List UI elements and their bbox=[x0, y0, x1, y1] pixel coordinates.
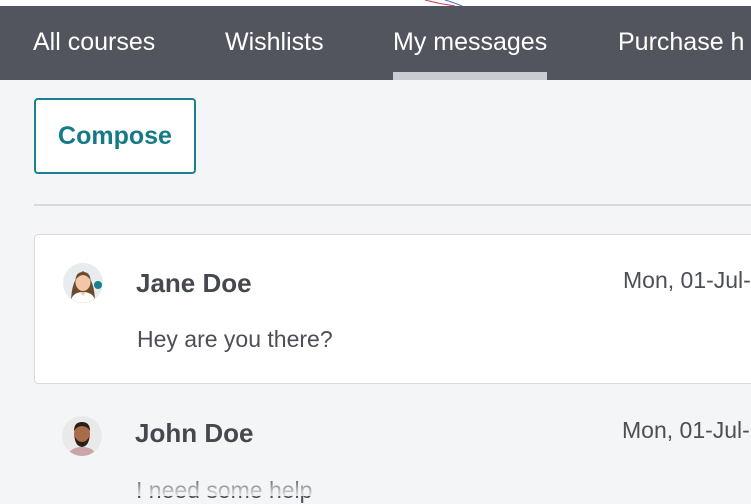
message-preview: Hey are you there? bbox=[137, 326, 333, 352]
message-preview: I need some help bbox=[136, 477, 313, 503]
message-date: Mon, 01-Jul- bbox=[623, 267, 751, 293]
tab-all-courses[interactable]: All courses bbox=[33, 6, 155, 80]
tab-label: All courses bbox=[33, 28, 156, 56]
main-nav: All courses Wishlists My messages Purcha… bbox=[0, 6, 751, 80]
male-avatar-icon bbox=[62, 416, 102, 456]
active-tab-indicator bbox=[393, 72, 548, 80]
message-date: Mon, 01-Jul- bbox=[622, 417, 750, 443]
sender-name: Jane Doe bbox=[136, 268, 252, 298]
female-avatar-icon bbox=[63, 263, 103, 303]
tab-my-messages[interactable]: My messages bbox=[393, 6, 548, 80]
compose-button[interactable]: Compose bbox=[34, 98, 196, 174]
tab-wishlists[interactable]: Wishlists bbox=[225, 6, 324, 80]
message-item[interactable]: John Doe Mon, 01-Jul- I need some help bbox=[34, 388, 751, 503]
divider bbox=[34, 204, 751, 206]
sender-name: John Doe bbox=[135, 418, 254, 448]
message-item[interactable]: Jane Doe Mon, 01-Jul- Hey are you there? bbox=[34, 234, 751, 384]
tab-purchase-history[interactable]: Purchase h bbox=[618, 6, 744, 80]
tab-label: My messages bbox=[393, 28, 548, 56]
messages-page: Compose Jane Doe Mon, 01-Jul- Hey are yo… bbox=[0, 80, 751, 503]
tab-label: Wishlists bbox=[225, 28, 324, 56]
tab-label: Purchase h bbox=[618, 28, 745, 56]
